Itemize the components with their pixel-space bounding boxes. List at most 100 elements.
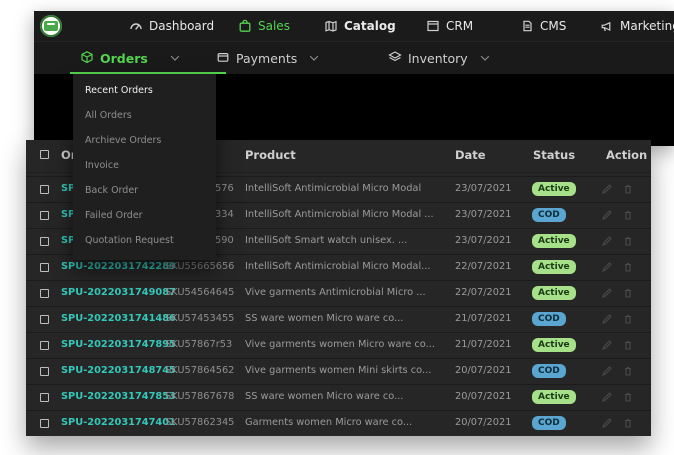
table-row[interactable]: SPU-2022031749087 SKU54564645 Vive garme… — [26, 280, 651, 307]
status-badge: Active — [532, 260, 576, 274]
order-id[interactable]: SPU-2022031747853 — [61, 391, 176, 402]
trash-icon[interactable] — [622, 209, 634, 221]
edit-icon[interactable] — [601, 235, 613, 247]
menu-item-failed-order[interactable]: Failed Order — [85, 210, 143, 221]
subnav-payments-label: Payments — [236, 50, 298, 66]
nav-cms-label: CMS — [540, 19, 567, 33]
status-badge: COD — [532, 312, 566, 326]
subnav-payments[interactable]: Payments — [216, 49, 319, 67]
order-id[interactable]: SPU-2022031741486 — [61, 313, 176, 324]
subnav-orders[interactable]: Orders — [80, 49, 180, 67]
leaf-cart-logo-icon[interactable] — [40, 15, 62, 37]
menu-item-quotation-request[interactable]: Quotation Request — [85, 235, 174, 246]
row-checkbox[interactable] — [40, 263, 49, 272]
chevron-down-icon[interactable] — [309, 53, 319, 63]
nav-marketing[interactable]: Marketing — [600, 18, 674, 34]
subnav-inventory[interactable]: Inventory — [388, 49, 490, 67]
col-status: Status — [533, 148, 576, 162]
table-row[interactable]: SPU-2022031747401 SKU57862345 Garments w… — [26, 410, 651, 437]
chevron-down-icon[interactable] — [480, 53, 490, 63]
row-checkbox[interactable] — [40, 393, 49, 402]
menu-item-invoice[interactable]: Invoice — [85, 160, 119, 171]
subnav-orders-label: Orders — [100, 50, 148, 66]
edit-icon[interactable] — [601, 339, 613, 351]
wallet-icon — [216, 50, 230, 67]
nav-dashboard[interactable]: Dashboard — [129, 18, 214, 34]
trash-icon[interactable] — [622, 417, 634, 429]
order-date: 21/07/2021 — [455, 313, 512, 324]
chevron-down-icon[interactable] — [170, 53, 180, 63]
row-checkbox[interactable] — [40, 419, 49, 428]
sku: SKU57862345 — [165, 417, 235, 428]
trash-icon[interactable] — [622, 339, 634, 351]
gauge-icon — [129, 19, 143, 33]
table-row[interactable]: SPU-2022031741486 SKU57453455 SS ware wo… — [26, 306, 651, 333]
sku: SKU57453455 — [165, 313, 235, 324]
order-id[interactable]: SPU-2022031748745 — [61, 365, 176, 376]
nav-cms[interactable]: CMS — [520, 18, 566, 34]
status-badge: Active — [532, 286, 576, 300]
product-name: IntelliSoft Antimicrobial Micro Modal... — [245, 261, 431, 272]
row-checkbox[interactable] — [40, 211, 49, 220]
subnav-inventory-label: Inventory — [408, 50, 468, 66]
order-id[interactable]: SPU-2022031749087 — [61, 287, 176, 298]
trash-icon[interactable] — [622, 313, 634, 325]
trash-icon[interactable] — [622, 287, 634, 299]
window-icon — [426, 19, 440, 33]
edit-icon[interactable] — [601, 365, 613, 377]
table-row[interactable]: SPU-2022031747853 SKU57867678 SS ware wo… — [26, 384, 651, 411]
order-date: 22/07/2021 — [455, 261, 512, 272]
order-id[interactable]: SPU-2022031747895 — [61, 339, 176, 350]
sku: SKU57867678 — [165, 391, 235, 402]
trash-icon[interactable] — [622, 183, 634, 195]
sku: 334 — [215, 209, 234, 220]
order-date: 20/07/2021 — [455, 417, 512, 428]
edit-icon[interactable] — [601, 183, 613, 195]
status-badge: Active — [532, 338, 576, 352]
edit-icon[interactable] — [601, 287, 613, 299]
trash-icon[interactable] — [622, 235, 634, 247]
nav-crm[interactable]: CRM — [426, 18, 473, 34]
order-id[interactable]: SPU-2022031747401 — [61, 417, 176, 428]
order-date: 23/07/2021 — [455, 209, 512, 220]
sku: 576 — [215, 183, 234, 194]
nav-dashboard-label: Dashboard — [149, 19, 215, 33]
nav-sales[interactable]: Sales — [238, 18, 290, 34]
megaphone-icon — [600, 19, 614, 33]
edit-icon[interactable] — [601, 313, 613, 325]
menu-item-recent-orders[interactable]: Recent Orders — [85, 85, 153, 96]
edit-icon[interactable] — [601, 417, 613, 429]
order-date: 21/07/2021 — [455, 339, 512, 350]
trash-icon[interactable] — [622, 391, 634, 403]
edit-icon[interactable] — [601, 209, 613, 221]
row-checkbox[interactable] — [40, 185, 49, 194]
order-id[interactable]: SPU-2022031742289 — [61, 261, 176, 272]
nav-catalog-label: Catalog — [344, 19, 396, 33]
status-badge: Active — [532, 390, 576, 404]
status-badge: COD — [532, 364, 566, 378]
status-badge: COD — [532, 208, 566, 222]
row-checkbox[interactable] — [40, 367, 49, 376]
row-checkbox[interactable] — [40, 341, 49, 350]
trash-icon[interactable] — [622, 365, 634, 377]
trash-icon[interactable] — [622, 261, 634, 273]
row-checkbox[interactable] — [40, 289, 49, 298]
row-checkbox[interactable] — [40, 237, 49, 246]
nav-catalog[interactable]: Catalog — [324, 18, 396, 34]
edit-icon[interactable] — [601, 261, 613, 273]
row-checkbox[interactable] — [40, 315, 49, 324]
select-all-checkbox[interactable] — [40, 150, 49, 159]
box-icon — [80, 50, 94, 67]
table-row[interactable]: SPU-2022031747895 SKU57867r53 Vive garme… — [26, 332, 651, 359]
col-date: Date — [455, 148, 486, 162]
sku: 590 — [215, 235, 234, 246]
product-name: SS ware women Micro ware co... — [245, 391, 404, 402]
document-icon — [520, 19, 534, 33]
menu-item-all-orders[interactable]: All Orders — [85, 110, 132, 121]
edit-icon[interactable] — [601, 391, 613, 403]
menu-item-archieve-orders[interactable]: Archieve Orders — [85, 135, 161, 146]
table-row[interactable]: SPU-2022031748745 SKU57864562 Vive garme… — [26, 358, 651, 385]
menu-item-back-order[interactable]: Back Order — [85, 185, 138, 196]
top-navbar: Dashboard Sales Catalog CRM CMS Marketin… — [34, 11, 674, 41]
sku: SKU55665656 — [165, 261, 235, 272]
